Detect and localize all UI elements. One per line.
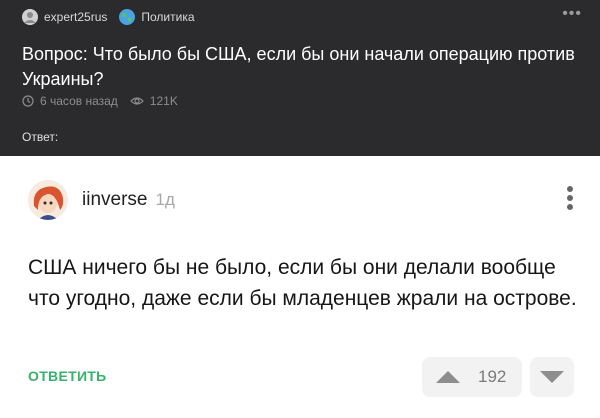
- answer-text: США ничего бы не было, если бы они делал…: [28, 256, 577, 310]
- views-stat: 121K: [129, 94, 178, 108]
- author-link[interactable]: expert25rus: [22, 9, 107, 25]
- clock-icon: [22, 95, 34, 107]
- vote-count: 192: [478, 367, 507, 386]
- user-avatar[interactable]: [28, 180, 68, 220]
- downvote-arrow-icon: [540, 371, 564, 383]
- username[interactable]: iinverse: [82, 189, 147, 211]
- globe-icon: [119, 9, 136, 25]
- more-vertical-icon[interactable]: [566, 186, 574, 213]
- community-link[interactable]: Политика: [119, 9, 195, 25]
- more-horizontal-icon[interactable]: •••: [562, 6, 582, 22]
- upvote-arrow-icon[interactable]: [436, 371, 460, 383]
- downvote-button[interactable]: [530, 357, 574, 397]
- time-ago: 6 часов назад: [40, 94, 118, 108]
- author-name: expert25rus: [44, 10, 108, 24]
- time-stat: 6 часов назад: [22, 94, 118, 108]
- answer-user-row: iinverse 1д: [28, 180, 175, 220]
- reply-button[interactable]: ОТВЕТИТЬ: [28, 368, 107, 384]
- views-count: 121K: [149, 94, 178, 108]
- question-stats: 6 часов назад 121K: [22, 94, 178, 108]
- answer-card: iinverse 1д США ничего бы не было, если …: [0, 156, 600, 418]
- question-title[interactable]: Вопрос: Что было бы США, если бы они нач…: [22, 42, 582, 92]
- vote-box: 192: [422, 357, 522, 397]
- answer-time: 1д: [155, 190, 175, 209]
- question-meta: expert25rus Политика: [22, 9, 195, 25]
- eye-icon: [129, 97, 144, 105]
- community-name: Политика: [141, 10, 195, 24]
- question-header: expert25rus Политика ••• Вопрос: Что был…: [0, 0, 600, 156]
- avatar-icon: [22, 9, 38, 25]
- answer-label: Ответ:: [22, 130, 59, 144]
